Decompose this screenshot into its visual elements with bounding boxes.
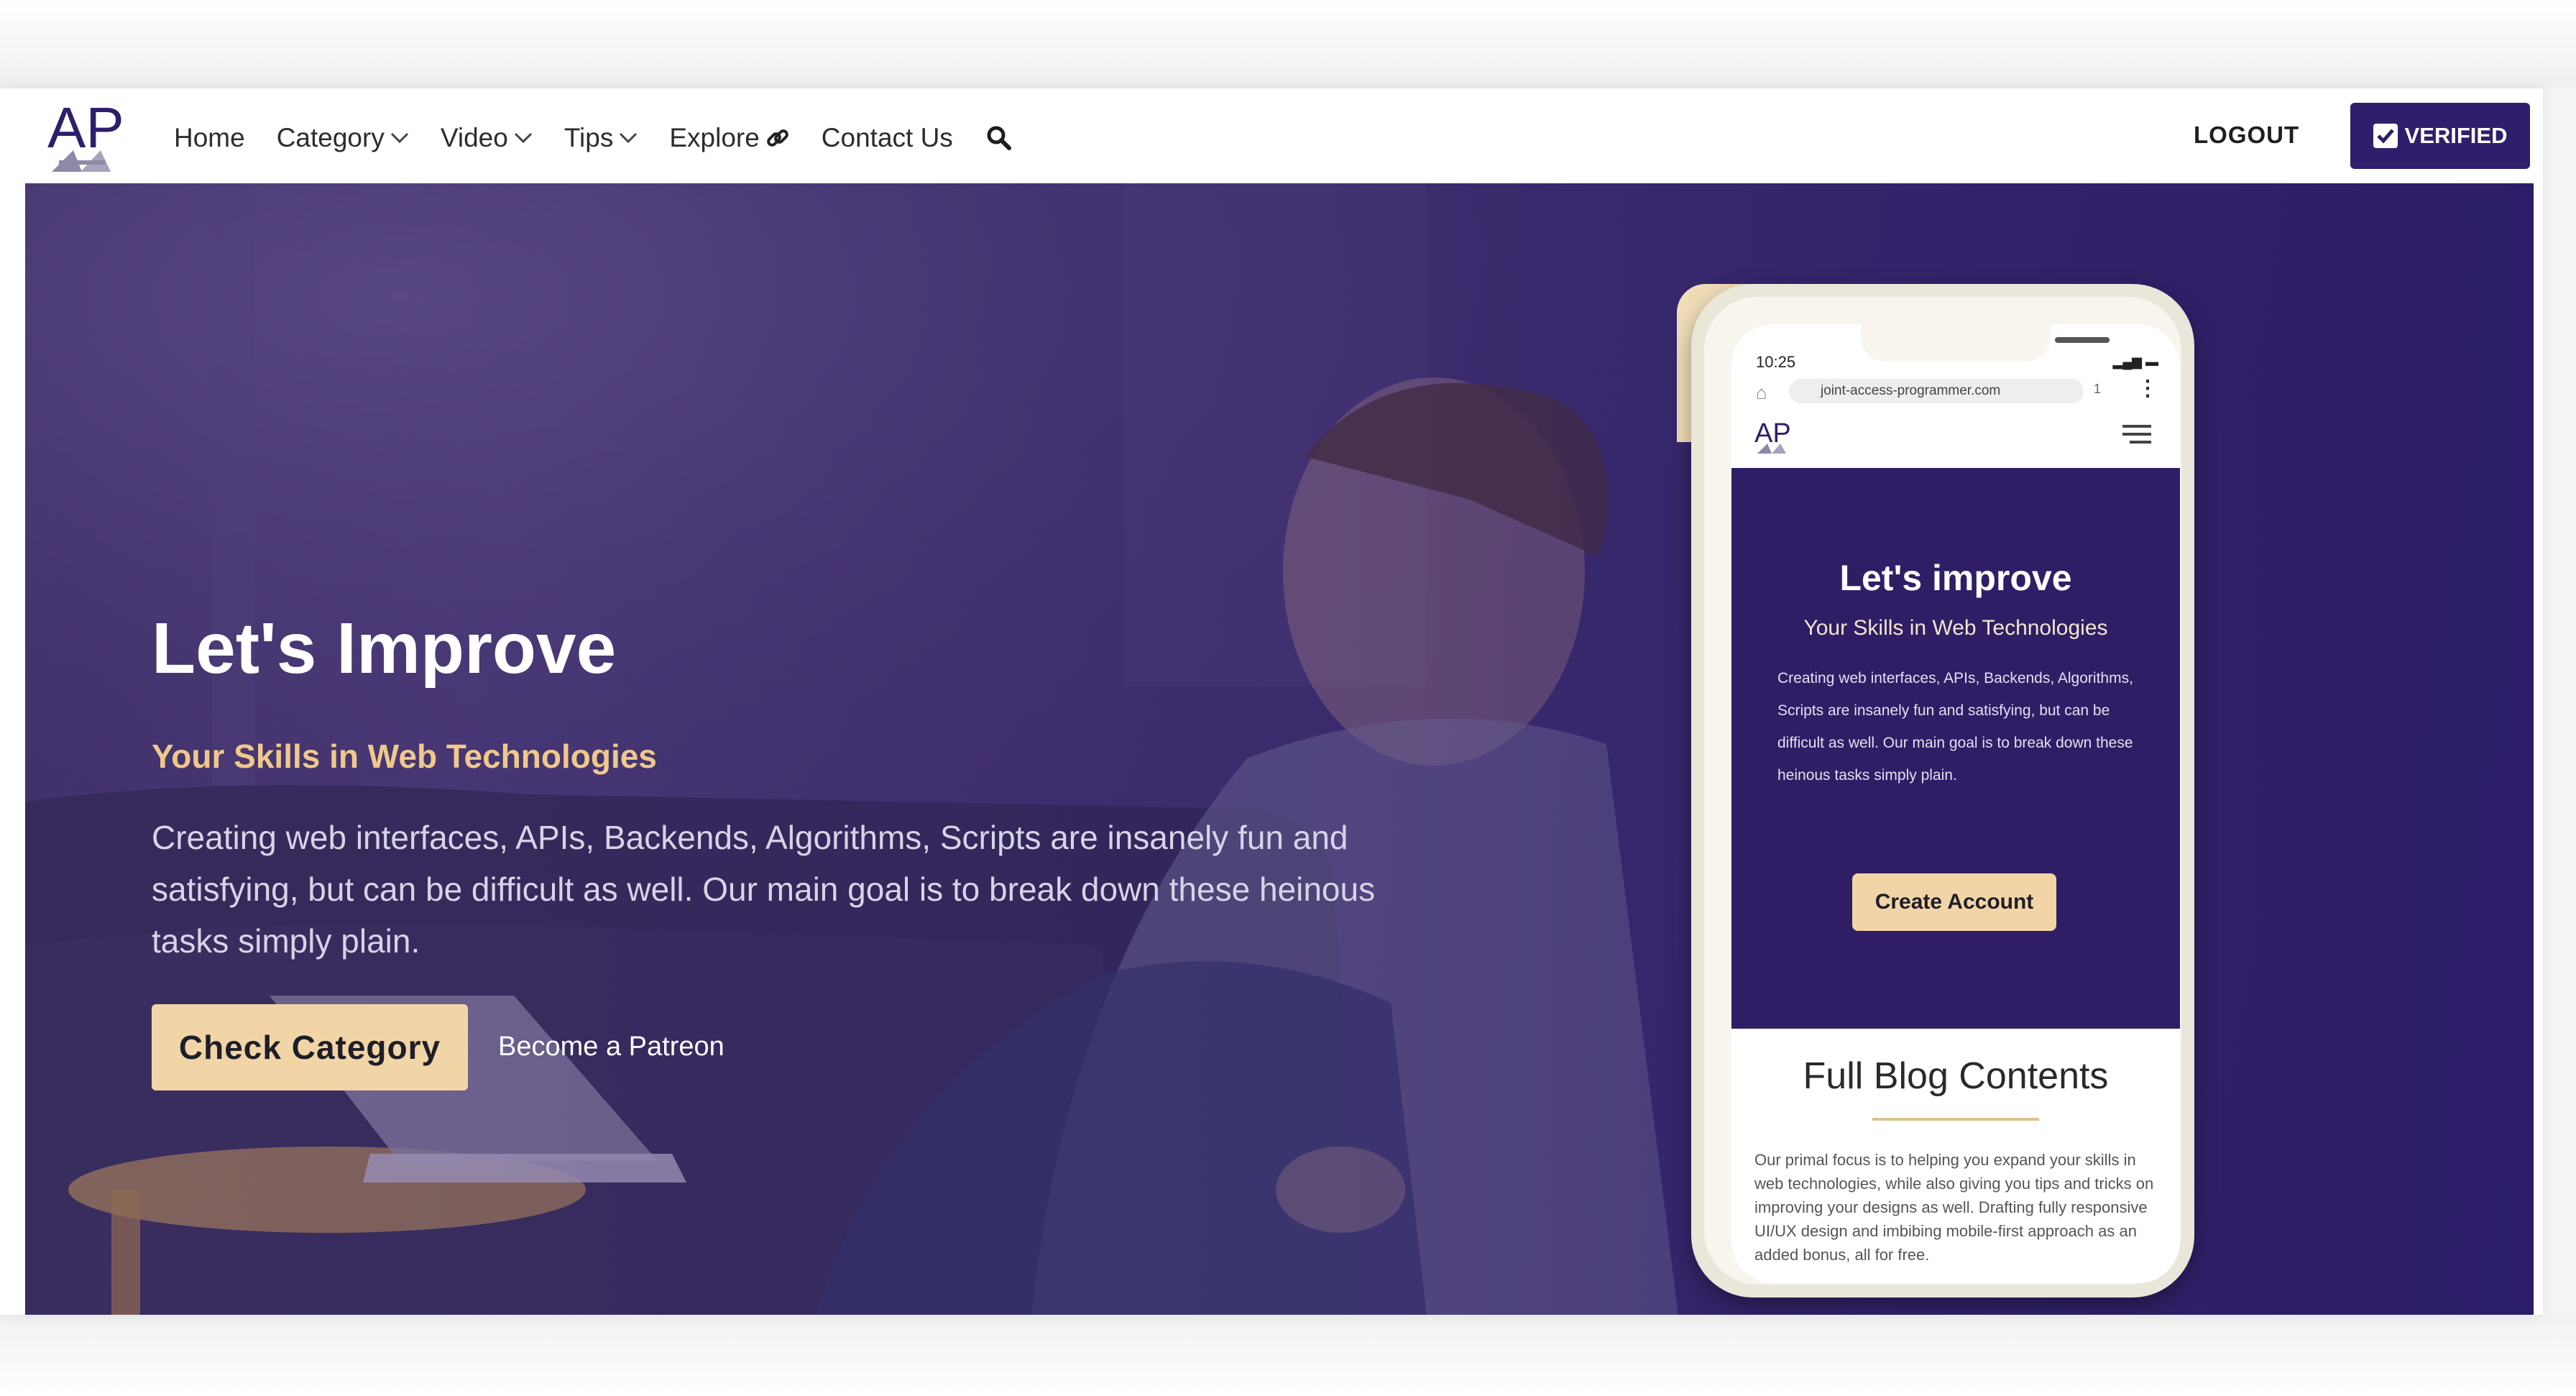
tab-count[interactable]: 1 [2094,382,2101,397]
nav-contact-us[interactable]: Contact Us [822,123,953,153]
hero-section: Let's Improve Your Skills in Web Technol… [25,183,2534,1315]
phone-notch [1861,324,2110,362]
chevron-down-icon [620,132,638,144]
status-time: 10:25 [1756,353,1796,371]
logout-link[interactable]: LOGOUT [2194,121,2299,149]
top-navbar: AP Home Category Video Tips Explore Cont… [0,88,2543,183]
hamburger-menu-icon[interactable] [2122,423,2151,445]
mobile-hero-title: Let's improve [1839,558,2072,598]
search-button[interactable] [986,125,1012,151]
nav-category[interactable]: Category [277,123,409,153]
nav-home[interactable]: Home [174,123,245,153]
nav-tips[interactable]: Tips [564,123,638,153]
nav-home-label: Home [174,123,245,152]
more-vert-icon[interactable]: ⋮ [2137,376,2158,401]
hero-title: Let's Improve [152,608,617,689]
signal-battery-icon: ▂▄▆ ▬ [2112,354,2158,369]
chevron-down-icon [390,132,408,144]
mobile-url-bar[interactable]: joint-access-programmer.com [1789,379,2084,403]
nav-category-label: Category [276,123,385,152]
nav-video[interactable]: Video [441,123,533,153]
phone-mockup: 10:25 ▂▄▆ ▬ ⌂ joint-access-programmer.co… [1677,284,2209,1298]
blog-section-description: Our primal focus is to helping you expan… [1754,1151,2154,1264]
verified-button[interactable]: VERIFIED [2350,103,2530,169]
nav-explore-label: Explore [669,123,760,152]
mobile-hero-subtitle: Your Skills in Web Technologies [1803,616,2108,640]
check-category-button[interactable]: Check Category [152,1004,468,1090]
nav-explore[interactable]: Explore [669,123,789,153]
site-logo[interactable]: AP [45,94,132,175]
main-menu: Home Category Video Tips Explore Contact… [174,116,1012,160]
section-divider [1872,1118,2039,1121]
logo-mark: AP [47,96,124,172]
chevron-down-icon [514,132,532,144]
search-icon [987,126,1011,150]
create-account-button[interactable]: Create Account [1852,873,2056,931]
hero-subtitle: Your Skills in Web Technologies [152,738,657,775]
link-icon [766,129,788,147]
browser-bottom-area [0,1315,2576,1396]
web-page: AP Home Category Video Tips Explore Cont… [0,88,2543,1315]
nav-video-label: Video [440,123,508,152]
blog-section-title: Full Blog Contents [1803,1055,2109,1097]
svg-text:AP: AP [1754,418,1791,449]
mobile-hero-description: Creating web interfaces, APIs, Backends,… [1777,670,2133,784]
mobile-logo[interactable]: AP [1753,415,1796,455]
svg-text:AP: AP [47,96,124,160]
phone-frame: 10:25 ▂▄▆ ▬ ⌂ joint-access-programmer.co… [1691,284,2194,1298]
checkbox-checked-icon [2373,124,2398,148]
phone-screen: 10:25 ▂▄▆ ▬ ⌂ joint-access-programmer.co… [1731,324,2180,1283]
verified-label: VERIFIED [2404,123,2508,148]
home-icon[interactable]: ⌂ [1756,382,1767,404]
nav-contact-label: Contact Us [821,123,953,152]
nav-tips-label: Tips [564,123,614,152]
url-text: joint-access-programmer.com [1821,383,2001,398]
hero-description: Creating web interfaces, APIs, Backends,… [152,819,1376,960]
become-patreon-link[interactable]: Become a Patreon [498,1032,724,1062]
mobile-hero: Let's improve Your Skills in Web Technol… [1731,468,2180,1029]
browser-top-area [0,0,2576,88]
